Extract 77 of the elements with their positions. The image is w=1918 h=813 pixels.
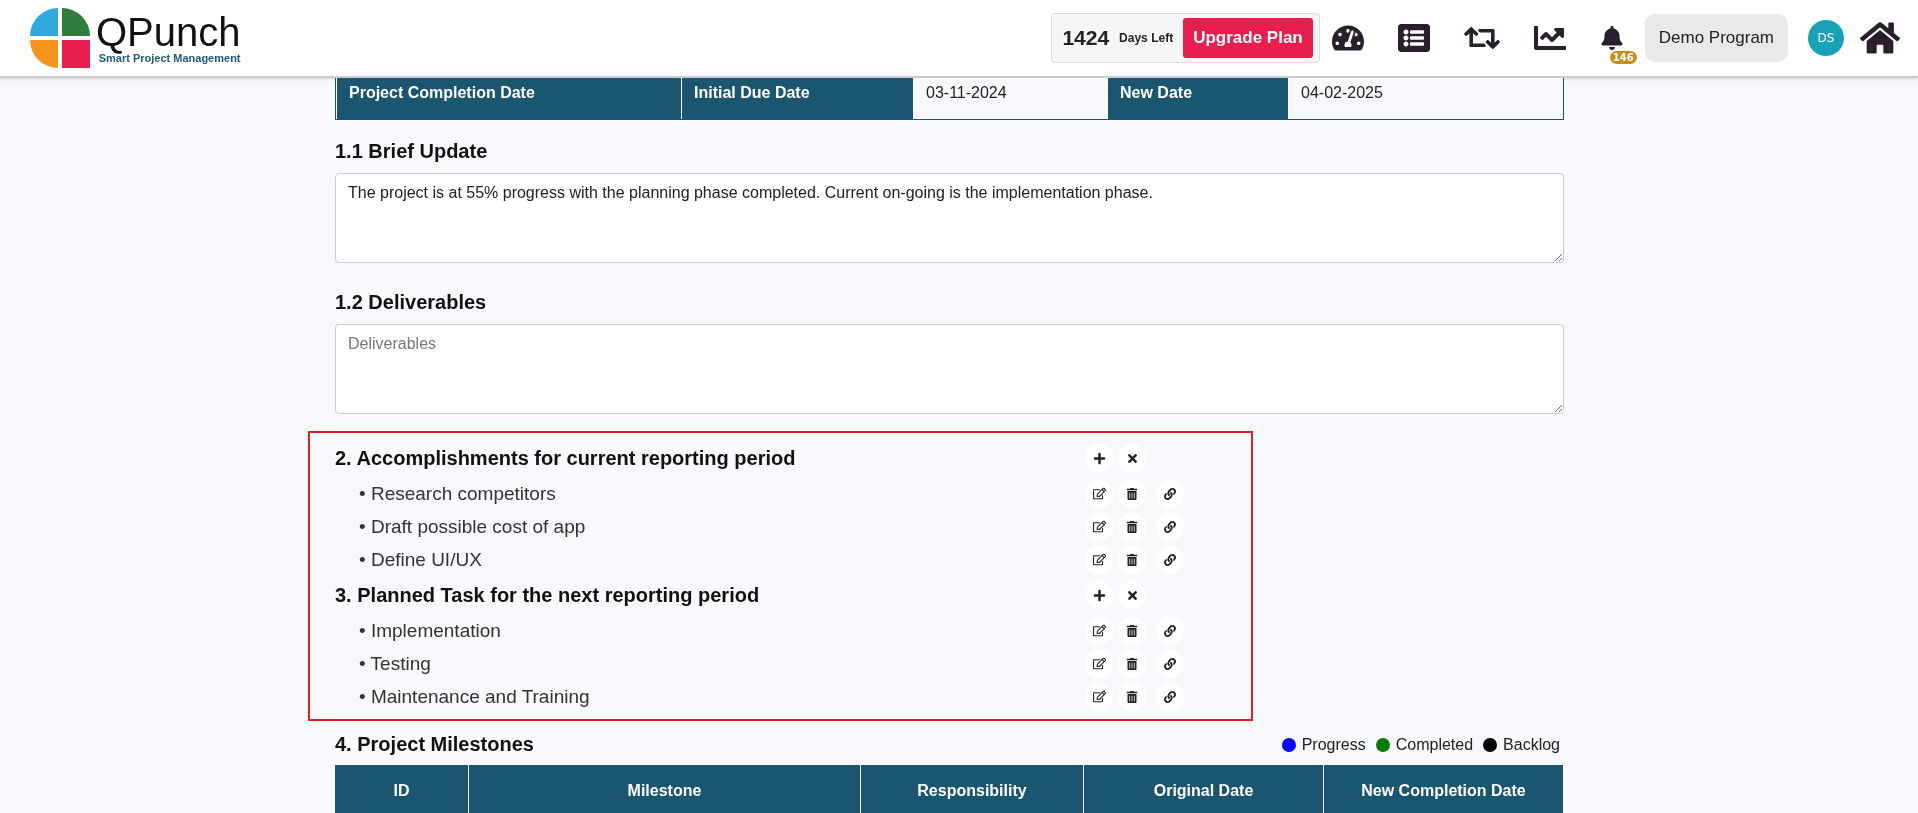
edit-button[interactable] bbox=[1085, 545, 1113, 574]
delete-button[interactable] bbox=[1118, 682, 1146, 711]
link-icon bbox=[1164, 690, 1176, 703]
task-item: • Testing bbox=[358, 652, 432, 675]
list-icon[interactable] bbox=[1397, 22, 1430, 54]
edit-icon bbox=[1092, 487, 1106, 500]
close-icon bbox=[1125, 451, 1139, 465]
days-label: Days Left bbox=[1119, 31, 1174, 45]
legend-label: Backlog bbox=[1503, 735, 1560, 754]
add-button[interactable] bbox=[1085, 444, 1113, 472]
link-icon bbox=[1164, 553, 1176, 566]
table-header-cell: Initial Due Date bbox=[681, 78, 913, 119]
edit-button[interactable] bbox=[1085, 682, 1113, 711]
remove-button[interactable] bbox=[1118, 581, 1146, 609]
section-heading: 4. Project Milestones bbox=[335, 733, 534, 756]
delete-button[interactable] bbox=[1118, 512, 1146, 541]
logo-name: QPunch bbox=[96, 12, 241, 52]
section-heading: 3. Planned Task for the next reporting period bbox=[335, 583, 761, 607]
edit-icon bbox=[1092, 690, 1106, 703]
plus-icon bbox=[1092, 588, 1106, 602]
delete-button[interactable] bbox=[1118, 479, 1146, 508]
edit-button[interactable] bbox=[1085, 512, 1113, 541]
edit-button[interactable] bbox=[1085, 616, 1113, 645]
link-icon bbox=[1164, 487, 1176, 500]
legend-label: Completed bbox=[1395, 735, 1474, 754]
trash-icon bbox=[1126, 520, 1138, 533]
link-button[interactable] bbox=[1156, 479, 1184, 508]
deliverables-field[interactable]: Deliverables bbox=[335, 324, 1564, 414]
link-button[interactable] bbox=[1156, 616, 1184, 645]
upgrade-button[interactable]: Upgrade Plan bbox=[1183, 18, 1313, 58]
table-header-cell: New Date bbox=[1107, 78, 1288, 119]
notification-badge: 146 bbox=[1609, 51, 1637, 64]
section-heading: 1.1 Brief Update bbox=[335, 140, 489, 163]
add-button[interactable] bbox=[1085, 581, 1113, 609]
logo-icon bbox=[28, 6, 92, 70]
task-item: • Research competitors bbox=[358, 482, 557, 505]
program-button[interactable]: Demo Program bbox=[1644, 14, 1788, 62]
trash-icon bbox=[1126, 690, 1138, 703]
link-button[interactable] bbox=[1156, 545, 1184, 574]
column-header: Responsibility bbox=[861, 765, 1084, 813]
edit-icon bbox=[1092, 624, 1106, 637]
link-icon bbox=[1164, 624, 1176, 637]
task-item: • Draft possible cost of app bbox=[358, 515, 587, 538]
trash-icon bbox=[1126, 553, 1138, 566]
delete-button[interactable] bbox=[1118, 545, 1146, 574]
section-heading: 1.2 Deliverables bbox=[335, 291, 488, 314]
edit-button[interactable] bbox=[1085, 649, 1113, 678]
delete-button[interactable] bbox=[1118, 649, 1146, 678]
section-heading: 2. Accomplishments for current reporting period bbox=[335, 446, 797, 470]
link-button[interactable] bbox=[1156, 682, 1184, 711]
remove-button[interactable] bbox=[1118, 444, 1146, 472]
task-item: • Implementation bbox=[358, 619, 502, 642]
column-header: Original Date bbox=[1084, 765, 1324, 813]
task-item: • Maintenance and Training bbox=[358, 685, 591, 708]
link-button[interactable] bbox=[1156, 512, 1184, 541]
notification-icon[interactable] bbox=[1599, 26, 1624, 50]
link-button[interactable] bbox=[1156, 649, 1184, 678]
column-header: New Completion Date bbox=[1324, 765, 1564, 813]
link-icon bbox=[1164, 657, 1176, 670]
task-item: • Define UI/UX bbox=[358, 548, 483, 571]
table-header-cell: Project Completion Date bbox=[336, 78, 681, 119]
delete-button[interactable] bbox=[1118, 616, 1146, 645]
edit-button[interactable] bbox=[1085, 479, 1113, 508]
column-header: ID bbox=[335, 765, 469, 813]
link-icon bbox=[1164, 520, 1176, 533]
trash-icon bbox=[1126, 657, 1138, 670]
edit-icon bbox=[1092, 553, 1106, 566]
days-count: 1424 bbox=[1062, 26, 1110, 50]
close-icon bbox=[1125, 588, 1139, 602]
edit-icon bbox=[1092, 657, 1106, 670]
plus-icon bbox=[1092, 451, 1106, 465]
edit-icon bbox=[1092, 520, 1106, 533]
brief-update-field[interactable]: The project is at 55% progress with the planning phase completed. Current on-going is the implementation phase. bbox=[335, 173, 1564, 263]
legend-label: Progress bbox=[1301, 735, 1366, 754]
trash-icon bbox=[1126, 624, 1138, 637]
trash-icon bbox=[1126, 487, 1138, 500]
column-header: Milestone bbox=[469, 765, 861, 813]
